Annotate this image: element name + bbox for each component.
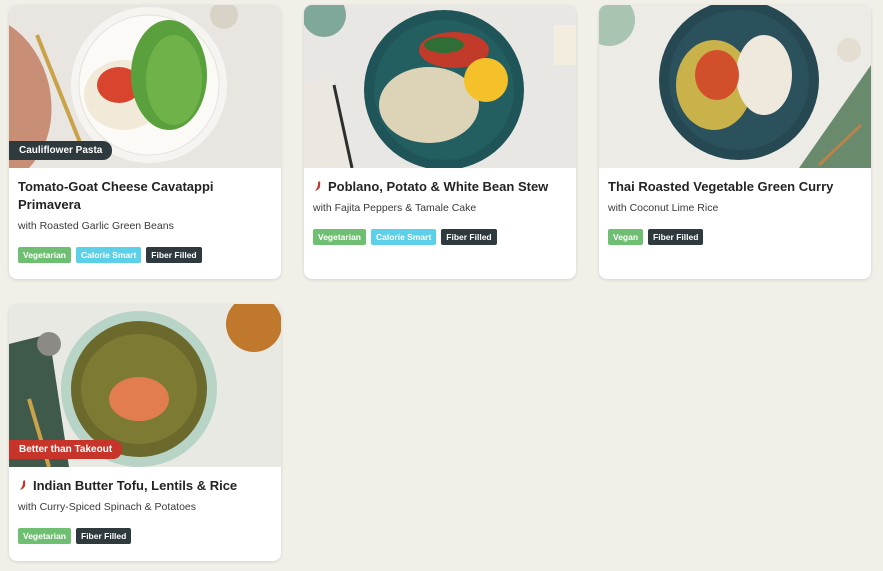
tag-fiber-filled: Fiber Filled [441, 229, 497, 245]
recipe-card[interactable]: Thai Roasted Vegetable Green Curry with … [599, 5, 871, 279]
recipe-card[interactable]: Cauliflower Pasta Tomato-Goat Cheese Cav… [9, 5, 281, 279]
recipe-title-text: Poblano, Potato & White Bean Stew [328, 179, 549, 194]
recipe-ribbon: Better than Takeout [9, 440, 123, 459]
chili-pepper-icon [315, 181, 321, 191]
recipe-title-text: Indian Butter Tofu, Lentils & Rice [33, 478, 238, 493]
tag-calorie-smart: Calorie Smart [371, 229, 437, 245]
tag-vegan: Vegan [608, 229, 644, 245]
recipe-tags: Vegan Fiber Filled [608, 229, 862, 245]
tag-fiber-filled: Fiber Filled [146, 247, 202, 263]
tag-fiber-filled: Fiber Filled [76, 528, 132, 544]
tag-vegetarian: Vegetarian [18, 247, 71, 263]
tag-calorie-smart: Calorie Smart [76, 247, 142, 263]
chili-pepper-icon [20, 480, 26, 490]
recipe-card[interactable]: Better than Takeout Indian Butter Tofu, … [9, 304, 281, 561]
tag-vegetarian: Vegetarian [18, 528, 71, 544]
recipe-tags: Vegetarian Calorie Smart Fiber Filled [18, 247, 272, 263]
recipe-photo [599, 5, 871, 168]
recipe-subtitle: with Fajita Peppers & Tamale Cake [313, 202, 477, 214]
recipe-title[interactable]: Poblano, Potato & White Bean Stew [313, 178, 567, 196]
recipe-subtitle: with Roasted Garlic Green Beans [18, 220, 174, 232]
recipe-title[interactable]: Tomato-Goat Cheese Cavatappi Primavera [18, 178, 272, 214]
recipe-tags: Vegetarian Fiber Filled [18, 528, 272, 544]
recipe-photo [304, 5, 576, 168]
recipe-ribbon: Cauliflower Pasta [9, 141, 113, 160]
tag-fiber-filled: Fiber Filled [648, 229, 704, 245]
recipe-title[interactable]: Indian Butter Tofu, Lentils & Rice [18, 477, 272, 495]
recipe-photo: Better than Takeout [9, 304, 281, 467]
recipe-card[interactable]: Poblano, Potato & White Bean Stew with F… [304, 5, 576, 279]
recipe-tags: Vegetarian Calorie Smart Fiber Filled [313, 229, 567, 245]
tag-vegetarian: Vegetarian [313, 229, 366, 245]
recipe-photo: Cauliflower Pasta [9, 5, 281, 168]
recipe-subtitle: with Coconut Lime Rice [608, 202, 719, 214]
recipe-title[interactable]: Thai Roasted Vegetable Green Curry [608, 178, 862, 196]
recipe-subtitle: with Curry-Spiced Spinach & Potatoes [18, 501, 197, 513]
